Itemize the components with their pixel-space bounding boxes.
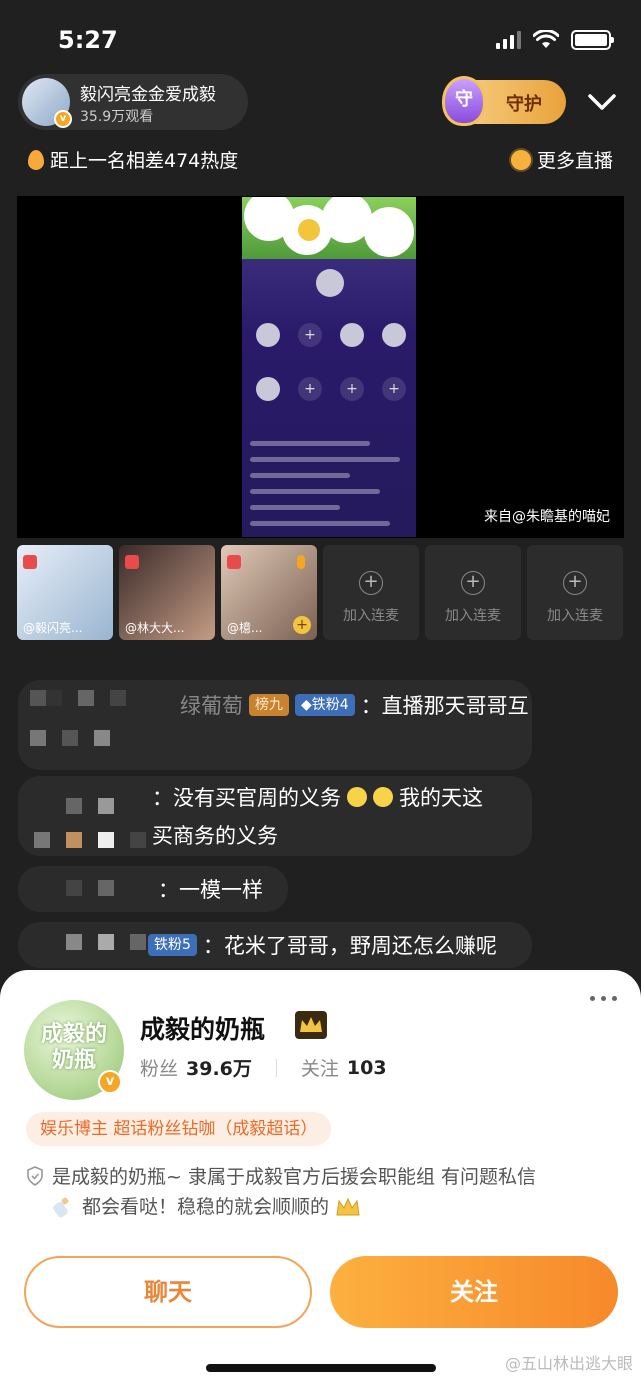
- mic-slot-name: @林大大...: [125, 621, 185, 635]
- profile-card: 成毅的奶瓶 v 成毅的奶瓶 粉丝 39.6万 关注 103 娱乐博主 超话粉丝钻…: [0, 970, 641, 1386]
- avatar-text: 成毅的奶瓶: [40, 1022, 107, 1073]
- plus-icon: +: [563, 571, 587, 595]
- profile-name: 成毅的奶瓶: [140, 1015, 266, 1044]
- fans-count: 39.6万: [186, 1058, 252, 1080]
- wifi-icon: [533, 30, 559, 48]
- shared-screen: + + + +: [242, 197, 416, 537]
- guard-button[interactable]: 守 守护: [442, 76, 566, 126]
- status-icons: [496, 30, 614, 50]
- baby-bottle-icon: [53, 1197, 69, 1218]
- add-icon[interactable]: +: [293, 616, 311, 634]
- status-time: 5:27: [58, 26, 118, 54]
- gift-icon: [227, 555, 241, 569]
- comment-username[interactable]: 绿葡萄: [180, 690, 243, 720]
- comment-text: ：花米了哥哥，野周还怎么赚呢: [202, 934, 497, 958]
- verified-badge-icon: v: [98, 1070, 122, 1094]
- guard-shield-icon: 守: [442, 76, 486, 126]
- more-live-label: 更多直播: [536, 150, 613, 172]
- comment-2: ：没有买官周的义务 我的天这: [152, 782, 483, 812]
- gift-icon: [125, 555, 139, 569]
- profile-tags: 娱乐博主 超话粉丝钻咖（成毅超话）: [26, 1112, 332, 1146]
- more-live-button[interactable]: 更多直播: [510, 146, 613, 173]
- laugh-emoji-icon: [347, 787, 367, 807]
- microphone-icon: [297, 555, 305, 569]
- comment-text: 买商务的义务: [152, 824, 278, 848]
- join-mic-label: 加入连麦: [343, 608, 399, 624]
- anchor-info[interactable]: v 毅闪亮金金爱成毅 35.9万观看: [18, 74, 248, 130]
- rank-difference: 距上一名相差474热度: [28, 146, 238, 173]
- following-count: 103: [346, 1056, 387, 1079]
- signal-icon: [496, 31, 521, 49]
- mic-slot-2[interactable]: @林大大...: [119, 545, 215, 640]
- anchor-view-count: 35.9万观看: [80, 109, 154, 125]
- comment-text-cont: 我的天这: [399, 786, 483, 810]
- profile-bio-text: 都会看哒！稳稳的就会顺顺的: [82, 1196, 330, 1218]
- chat-button[interactable]: 聊天: [24, 1256, 312, 1328]
- profile-bio: 是成毅的奶瓶~ 隶属于成毅官方后援会职能组 有问题私信: [52, 1166, 537, 1188]
- comment-text: ：一模一样: [158, 878, 263, 902]
- video-source-label: 来自@朱瞻基的喵妃: [484, 509, 610, 525]
- shield-icon: [27, 1166, 43, 1186]
- following-label: 关注: [300, 1058, 339, 1080]
- guard-label: 守护: [506, 94, 542, 115]
- comment-4: 铁粉5 ：花米了哥哥，野周还怎么赚呢: [148, 930, 497, 960]
- join-mic-slot[interactable]: + 加入连麦: [527, 545, 623, 640]
- comment-text: ：直播那天哥哥互: [360, 694, 529, 718]
- rank-difference-text: 距上一名相差474热度: [50, 150, 239, 172]
- join-mic-slot[interactable]: + 加入连麦: [323, 545, 419, 640]
- rank-badge: 榜九: [249, 694, 289, 716]
- comment-1: 绿葡萄 榜九 ◆铁粉4 ：直播那天哥哥互: [180, 690, 529, 720]
- follow-button[interactable]: 关注: [330, 1256, 618, 1328]
- laugh-emoji-icon: [373, 787, 393, 807]
- comment-2-line2: 买商务的义务: [152, 820, 278, 850]
- more-options-icon[interactable]: [590, 996, 617, 1001]
- planet-icon: [510, 149, 531, 170]
- join-mic-slot[interactable]: + 加入连麦: [425, 545, 521, 640]
- crown-emoji-icon: [336, 1197, 360, 1216]
- battery-icon: [571, 30, 614, 50]
- fan-badge: ◆铁粉4: [295, 694, 355, 716]
- crown-icon: [295, 1011, 327, 1039]
- status-bar: 5:27: [0, 0, 641, 80]
- anchor-name: 毅闪亮金金爱成毅: [80, 85, 216, 105]
- plus-icon: +: [359, 571, 383, 595]
- profile-bio-line2: 都会看哒！稳稳的就会顺顺的: [52, 1192, 361, 1222]
- verified-badge-icon: v: [54, 110, 72, 128]
- fan-badge: 铁粉5: [148, 934, 197, 956]
- plus-icon: +: [461, 571, 485, 595]
- flame-icon: [28, 149, 44, 170]
- flower-banner: [242, 197, 416, 259]
- home-indicator[interactable]: [206, 1364, 436, 1372]
- watermark: @五山林出逃大眼: [504, 1354, 633, 1373]
- mic-slot-name: @毅闪亮...: [23, 621, 83, 635]
- comment-3: ：一模一样: [158, 874, 263, 904]
- chevron-down-icon[interactable]: [584, 84, 620, 120]
- join-mic-label: 加入连麦: [547, 608, 603, 624]
- comment-text: ：没有买官周的义务: [152, 786, 341, 810]
- video-player[interactable]: + + + + 来自@朱瞻基的喵妃: [17, 196, 624, 538]
- mic-slots: @毅闪亮... @林大大... @檍... + + 加入连麦 + 加入连麦 + …: [17, 545, 624, 640]
- gift-icon: [23, 555, 37, 569]
- join-mic-label: 加入连麦: [445, 608, 501, 624]
- profile-stats: 粉丝 39.6万 关注 103: [140, 1054, 387, 1081]
- mic-slot-1[interactable]: @毅闪亮...: [17, 545, 113, 640]
- mic-slot-3[interactable]: @檍... +: [221, 545, 317, 640]
- fans-label: 粉丝: [140, 1058, 179, 1080]
